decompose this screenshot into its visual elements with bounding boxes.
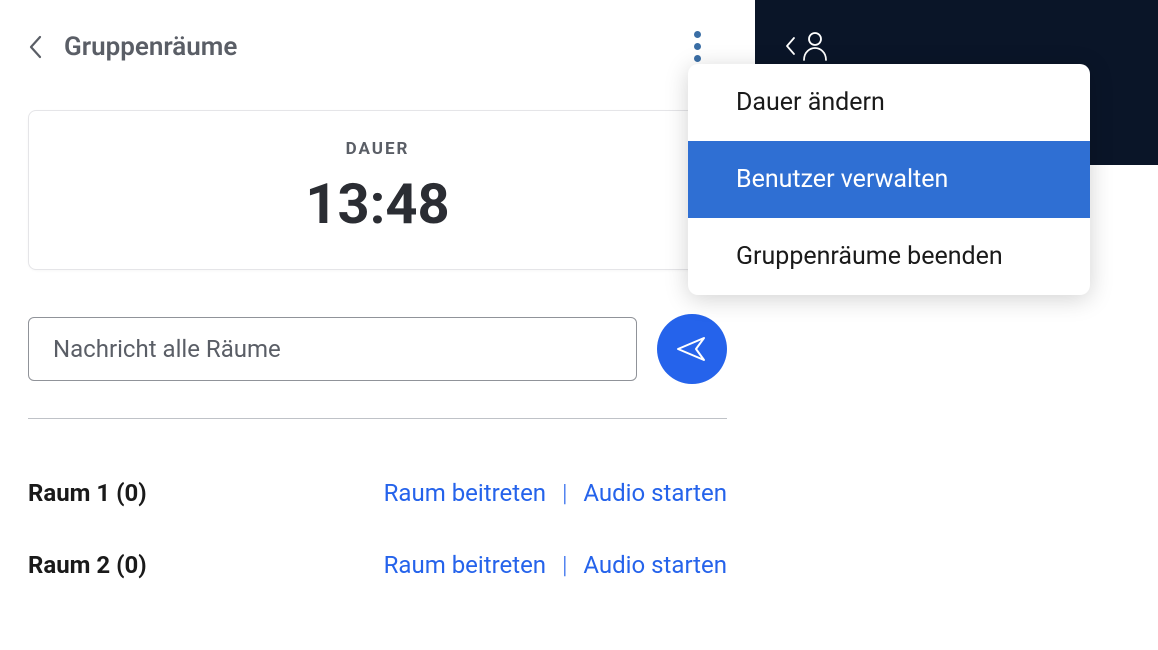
- return-to-main-button[interactable]: [783, 30, 829, 62]
- back-button[interactable]: [28, 33, 46, 61]
- room-join-link[interactable]: Raum beitreten: [384, 479, 546, 507]
- main-panel: Gruppenräume DAUER 13:48 Raum 1 (0) Raum…: [0, 0, 755, 650]
- room-name: Raum 1 (0): [28, 479, 147, 507]
- message-all-rooms-input[interactable]: [28, 317, 637, 381]
- separator: |: [562, 551, 567, 579]
- send-icon: [676, 334, 708, 364]
- chevron-left-icon: [783, 35, 797, 57]
- send-button[interactable]: [657, 314, 727, 384]
- page-title: Gruppenräume: [64, 32, 237, 62]
- dot-icon: [694, 31, 701, 38]
- dot-icon: [694, 43, 701, 50]
- menu-end-rooms[interactable]: Gruppenräume beenden: [688, 218, 1090, 295]
- more-options-button[interactable]: [679, 28, 715, 64]
- header-row: Gruppenräume: [28, 32, 727, 62]
- divider: [28, 418, 727, 419]
- menu-change-duration[interactable]: Dauer ändern: [688, 64, 1090, 141]
- room-actions: Raum beitreten | Audio starten: [384, 551, 727, 579]
- menu-manage-users[interactable]: Benutzer verwalten: [688, 141, 1090, 218]
- user-icon: [801, 30, 829, 62]
- dot-icon: [694, 55, 701, 62]
- room-row: Raum 2 (0) Raum beitreten | Audio starte…: [28, 551, 727, 579]
- separator: |: [562, 479, 567, 507]
- room-audio-link[interactable]: Audio starten: [583, 479, 727, 507]
- room-join-link[interactable]: Raum beitreten: [384, 551, 546, 579]
- room-row: Raum 1 (0) Raum beitreten | Audio starte…: [28, 479, 727, 507]
- duration-card: DAUER 13:48: [28, 110, 727, 270]
- message-row: [28, 314, 727, 384]
- room-audio-link[interactable]: Audio starten: [583, 551, 727, 579]
- duration-time: 13:48: [29, 171, 726, 237]
- options-dropdown: Dauer ändern Benutzer verwalten Gruppenr…: [688, 64, 1090, 295]
- room-actions: Raum beitreten | Audio starten: [384, 479, 727, 507]
- chevron-left-icon: [28, 35, 42, 59]
- room-name: Raum 2 (0): [28, 551, 147, 579]
- duration-label: DAUER: [29, 139, 726, 159]
